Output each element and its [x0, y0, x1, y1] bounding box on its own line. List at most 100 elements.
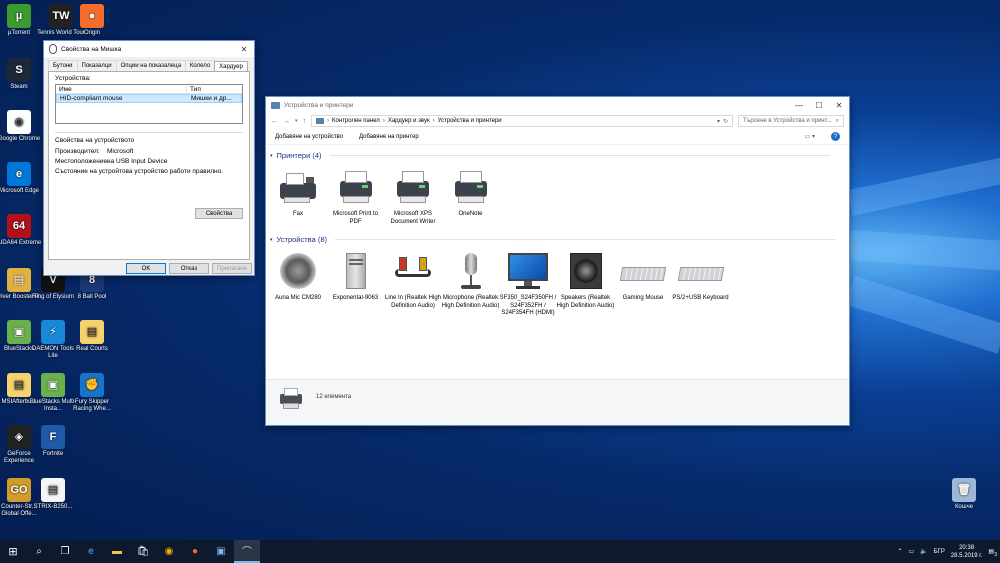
- store-icon[interactable]: 🛍: [130, 540, 156, 563]
- address-dropdown-icon[interactable]: ▾: [717, 118, 720, 125]
- device-item-label: Speakers (Realtek High Definition Audio): [556, 295, 615, 309]
- apply-button[interactable]: Прилагане: [212, 263, 252, 274]
- tab-pointer-options[interactable]: Опции на показалеца: [115, 60, 186, 71]
- device-item[interactable]: Microphone (Realtek High Definition Audi…: [442, 251, 500, 310]
- view-options-icon[interactable]: ▭ ▾: [805, 133, 815, 140]
- app-icon: µ: [7, 4, 31, 28]
- tab-pointers[interactable]: Показалци: [76, 60, 117, 71]
- language-indicator[interactable]: БГР: [934, 549, 945, 555]
- col-type-header[interactable]: Тип: [187, 86, 201, 93]
- printer-item[interactable]: Microsoft XPS Document Writer: [384, 167, 442, 226]
- desktop-icon[interactable]: 🗑 Кошче: [939, 478, 989, 511]
- help-icon[interactable]: ?: [831, 132, 840, 141]
- properties-button[interactable]: Свойства: [195, 208, 243, 219]
- printer-item[interactable]: Microsoft Print to PDF: [327, 167, 385, 226]
- up-arrow-icon[interactable]: ↑: [303, 118, 307, 125]
- address-bar[interactable]: › Контролен панел › Хардуер и звук › Уст…: [311, 115, 733, 127]
- minimize-icon[interactable]: —: [789, 101, 809, 110]
- taskbar: ⊞ ⌕ ❐ e ▬ 🛍 ◉ ● ▣ ⌒ ⌃ ▭ 🔈 БГР 20:38 28.5…: [0, 540, 1000, 563]
- desktop-icon[interactable]: F Fortnite: [28, 425, 78, 458]
- desktop-icon-label: AIDA64 Extreme: [0, 240, 42, 246]
- desktop-icon-label: Google Chrome: [0, 136, 41, 142]
- device-item[interactable]: Gaming Mouse: [614, 251, 672, 303]
- printer-item-label: Fax: [292, 211, 303, 217]
- close-icon[interactable]: ✕: [234, 45, 254, 54]
- add-printer-button[interactable]: Добавяне на принтер: [359, 134, 419, 140]
- device-item[interactable]: SF350_S24F350FH / S24F352FH / S24F354FH …: [499, 251, 557, 318]
- mouse-settings-icon[interactable]: ⌒: [234, 540, 260, 563]
- device-item[interactable]: PS/2+USB Keyboard: [672, 251, 730, 303]
- device-item[interactable]: Exponental-9063: [327, 251, 385, 303]
- devices-group-label: Устройства (8): [276, 235, 328, 244]
- breadcrumb-devices-printers[interactable]: Устройства и принтери: [438, 118, 502, 124]
- device-item[interactable]: Line In (Realtek High Definition Audio): [384, 251, 442, 310]
- computer-tower-icon: [334, 251, 378, 291]
- origin-icon[interactable]: ●: [182, 540, 208, 563]
- app-icon: ▤: [41, 478, 65, 502]
- details-pane: 12 елемента: [266, 379, 849, 425]
- back-arrow-icon[interactable]: ←: [271, 118, 278, 125]
- maximize-icon[interactable]: ☐: [809, 101, 829, 110]
- desktop-icon[interactable]: e Microsoft Edge: [0, 162, 44, 195]
- desktop-icon[interactable]: ▤ Real Courts: [67, 320, 117, 353]
- notifications-icon[interactable]: ▤ 3: [988, 548, 997, 558]
- clock[interactable]: 20:38 28.5.2019 г.: [951, 544, 982, 560]
- printer-item-label: Microsoft XPS Document Writer: [390, 211, 436, 225]
- collapse-icon: ▾: [270, 152, 273, 159]
- desktop-icon-label: Кошче: [954, 504, 974, 510]
- volume-icon[interactable]: 🔈: [920, 548, 927, 555]
- printer-item[interactable]: Fax: [269, 167, 327, 219]
- search-input[interactable]: Търсене в Устройства и принт... ⌕: [738, 115, 844, 127]
- control-panel-icon[interactable]: ▣: [208, 540, 234, 563]
- close-icon[interactable]: ✕: [829, 101, 849, 110]
- desktop-icon[interactable]: S Steam: [0, 58, 44, 91]
- chrome-icon[interactable]: ◉: [156, 540, 182, 563]
- speaker-icon: [276, 251, 320, 291]
- desktop-icon[interactable]: 64 AIDA64 Extreme: [0, 214, 44, 247]
- command-bar: Добавяне на устройство Добавяне на принт…: [266, 129, 849, 145]
- wallpaper-beam: [848, 230, 1000, 272]
- tab-wheel[interactable]: Колело: [184, 60, 216, 71]
- refresh-icon[interactable]: ↻: [723, 118, 728, 125]
- desktop-icon[interactable]: ▤ STRIX-B250...: [28, 478, 78, 511]
- file-explorer-icon[interactable]: ▬: [104, 540, 130, 563]
- device-list: Име Тип HID-compliant mouse Мишки и др..…: [55, 84, 243, 124]
- hardware-panel: Устройства: Име Тип HID-compliant mouse …: [48, 71, 250, 260]
- device-item-label: Gaming Mouse: [622, 295, 664, 301]
- printer-item-label: Microsoft Print to PDF: [332, 211, 378, 225]
- breadcrumb-hardware-sound[interactable]: Хардуер и звук: [388, 118, 430, 124]
- task-view-icon[interactable]: ❐: [52, 540, 78, 563]
- windows-start-icon[interactable]: ⊞: [0, 540, 26, 563]
- forward-arrow-icon[interactable]: →: [283, 118, 290, 125]
- app-icon: 🗑: [952, 478, 976, 502]
- breadcrumb-control-panel[interactable]: Контролен панел: [332, 118, 380, 124]
- printer-item[interactable]: OneNote: [442, 167, 500, 219]
- desktop-icon-label: Steam: [10, 84, 28, 90]
- search-icon[interactable]: ⌕: [26, 540, 52, 563]
- edge-icon[interactable]: e: [78, 540, 104, 563]
- tab-buttons[interactable]: Бутони: [48, 60, 78, 71]
- col-name-header[interactable]: Име: [56, 85, 187, 93]
- chevron-down-icon[interactable]: ▾: [295, 118, 298, 124]
- printers-group-header[interactable]: ▾ Принтери (4): [270, 151, 830, 160]
- desktop-icon[interactable]: ◉ Google Chrome: [0, 110, 44, 143]
- desktop-icon-label: Real Courts: [76, 346, 108, 352]
- devices-group-header[interactable]: ▾ Устройства (8): [270, 235, 836, 244]
- dialog-title: Свойства на Мишка: [61, 45, 122, 53]
- device-status: Състояние на устройтова устройство работ…: [55, 168, 224, 175]
- devices-printers-icon: [271, 101, 280, 109]
- cancel-button[interactable]: Отказ: [169, 263, 209, 274]
- desktop-icon[interactable]: ● Origin: [67, 4, 117, 37]
- device-row-hid-mouse[interactable]: HID-compliant mouse Мишки и др...: [56, 94, 242, 103]
- dialog-tabs: Бутони Показалци Опции на показалеца Кол…: [44, 57, 254, 72]
- network-icon[interactable]: ▭: [908, 548, 914, 555]
- ok-button[interactable]: OK: [126, 263, 166, 274]
- app-icon: ▤: [80, 320, 104, 344]
- chevron-up-icon[interactable]: ⌃: [897, 548, 902, 555]
- add-device-button[interactable]: Добавяне на устройство: [275, 134, 343, 140]
- device-item[interactable]: Auna Mic CM280: [269, 251, 327, 303]
- desktop-icon[interactable]: ✊ Fury Skipper Racing Whe...: [67, 373, 117, 413]
- device-item-label: Auna Mic CM280: [274, 295, 322, 301]
- notification-count: 3: [994, 552, 997, 558]
- device-item[interactable]: Speakers (Realtek High Definition Audio): [557, 251, 615, 310]
